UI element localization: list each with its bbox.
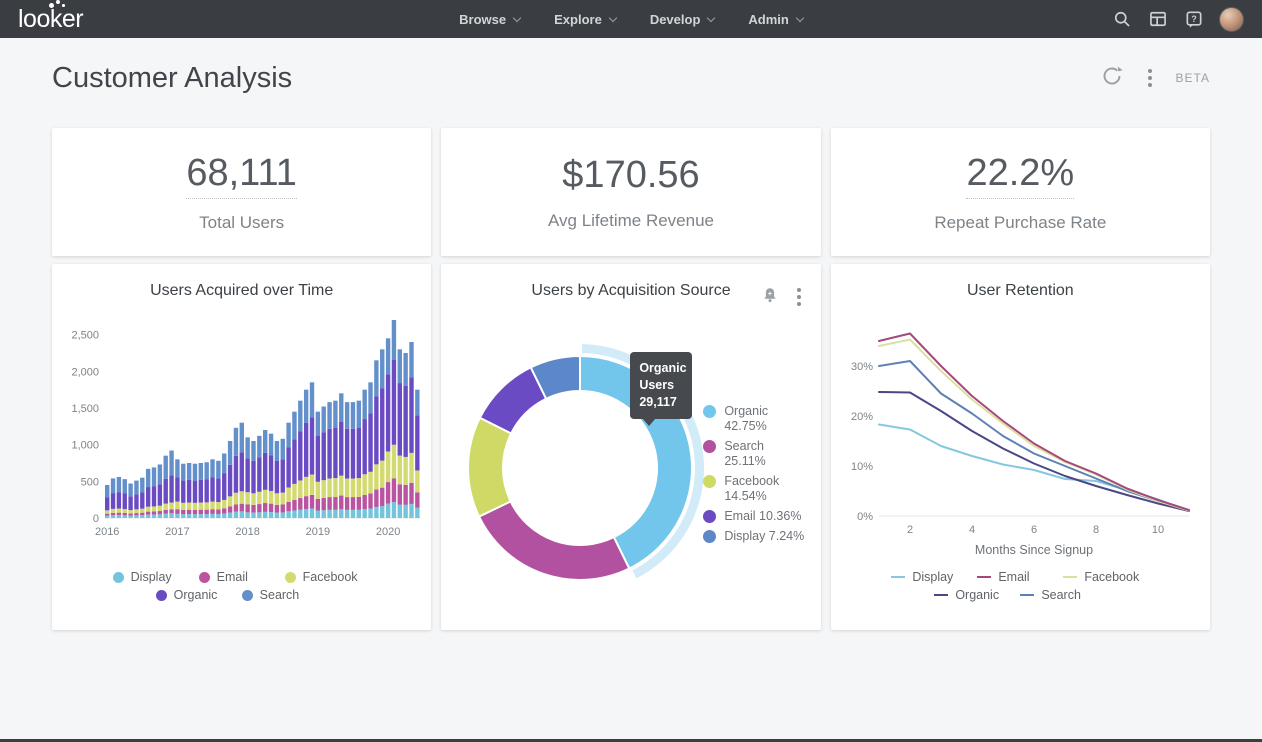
svg-text:2019: 2019 bbox=[305, 526, 329, 538]
line-chart-legend: Display Email Facebook Organic Search bbox=[886, 568, 1154, 604]
legend-item[interactable]: Facebook bbox=[285, 570, 371, 584]
svg-text:2,500: 2,500 bbox=[71, 330, 99, 342]
donut-legend-item[interactable]: Email 10.36% bbox=[703, 509, 804, 524]
donut-legend-item[interactable]: Facebook14.54% bbox=[703, 474, 804, 504]
chevron-down-icon bbox=[513, 13, 521, 21]
kpi-row: 68,111 Total Users $170.56 Avg Lifetime … bbox=[0, 128, 1262, 256]
nav-item-develop[interactable]: Develop bbox=[650, 12, 715, 27]
legend-dot bbox=[703, 530, 716, 543]
legend-swatch bbox=[199, 572, 210, 583]
logo-bubble bbox=[56, 0, 60, 4]
chevron-down-icon bbox=[609, 13, 617, 21]
svg-text:8: 8 bbox=[1093, 524, 1099, 536]
svg-text:+: + bbox=[767, 288, 772, 297]
kpi-label: Total Users bbox=[199, 213, 284, 233]
user-retention-chart-svg[interactable]: 0% 10% 20% 30% 2 4 6 8 10 Months Since Signup bbox=[831, 304, 1209, 566]
svg-text:10%: 10% bbox=[851, 461, 873, 473]
legend-dot bbox=[703, 440, 716, 453]
legend-item[interactable]: Search bbox=[242, 588, 328, 602]
donut-legend: Organic42.75% Search25.11% Facebook14.54… bbox=[703, 404, 804, 549]
svg-text:20%: 20% bbox=[851, 411, 873, 423]
legend-swatch bbox=[156, 590, 167, 601]
legend-item[interactable]: Email bbox=[199, 570, 285, 584]
legend-swatch bbox=[891, 576, 905, 579]
svg-text:30%: 30% bbox=[851, 361, 873, 373]
nav-item-admin[interactable]: Admin bbox=[748, 12, 802, 27]
chart-row: Users Acquired over Time 0 500 1,000 1,500 2… bbox=[0, 264, 1262, 630]
legend-swatch bbox=[285, 572, 296, 583]
user-avatar[interactable] bbox=[1219, 7, 1244, 32]
svg-text:2: 2 bbox=[907, 524, 913, 536]
svg-text:500: 500 bbox=[80, 476, 98, 488]
beta-badge: BETA bbox=[1176, 71, 1210, 85]
kpi-value[interactable]: $170.56 bbox=[562, 154, 699, 197]
svg-text:?: ? bbox=[1191, 14, 1196, 24]
users-acquired-chart-card: Users Acquired over Time 0 500 1,000 1,500 2… bbox=[52, 264, 431, 630]
legend-dot bbox=[703, 405, 716, 418]
svg-text:2,000: 2,000 bbox=[71, 366, 99, 378]
donut-legend-item[interactable]: Organic42.75% bbox=[703, 404, 804, 434]
svg-text:0%: 0% bbox=[857, 511, 873, 523]
legend-item[interactable]: Email bbox=[977, 570, 1063, 584]
chevron-down-icon bbox=[707, 13, 715, 21]
svg-text:1,000: 1,000 bbox=[71, 440, 99, 452]
svg-text:2020: 2020 bbox=[376, 526, 400, 538]
kpi-card-avg-lifetime-revenue: $170.56 Avg Lifetime Revenue bbox=[441, 128, 820, 256]
legend-item[interactable]: Facebook bbox=[1063, 570, 1149, 584]
dashboard-header: Customer Analysis BETA bbox=[0, 38, 1262, 118]
svg-text:2016: 2016 bbox=[95, 526, 119, 538]
donut-legend-item[interactable]: Search25.11% bbox=[703, 439, 804, 469]
window-icon[interactable] bbox=[1147, 8, 1169, 30]
kpi-value[interactable]: 68,111 bbox=[186, 152, 297, 199]
legend-swatch bbox=[977, 576, 991, 579]
logo-bubble bbox=[49, 3, 54, 8]
help-icon[interactable]: ? bbox=[1183, 8, 1205, 30]
refresh-icon[interactable] bbox=[1100, 64, 1124, 93]
legend-item[interactable]: Organic bbox=[156, 588, 242, 602]
legend-dot bbox=[703, 475, 716, 488]
legend-swatch bbox=[1063, 576, 1077, 579]
donut-tooltip: Organic Users 29,117 bbox=[630, 352, 692, 419]
svg-text:1,500: 1,500 bbox=[71, 403, 99, 415]
svg-text:4: 4 bbox=[969, 524, 975, 536]
svg-text:2017: 2017 bbox=[165, 526, 189, 538]
acquisition-source-chart-card: Users by Acquisition Source + Organic42.… bbox=[441, 264, 820, 630]
kpi-label: Avg Lifetime Revenue bbox=[548, 211, 714, 231]
top-nav: looker Browse Explore Develop Admin ? bbox=[0, 0, 1262, 38]
page-title: Customer Analysis bbox=[52, 62, 292, 95]
nav-item-browse[interactable]: Browse bbox=[459, 12, 520, 27]
kpi-card-repeat-purchase-rate: 22.2% Repeat Purchase Rate bbox=[831, 128, 1210, 256]
legend-swatch bbox=[934, 594, 948, 597]
bar-chart-legend: Display Email Facebook Organic Search bbox=[108, 568, 376, 604]
chart-title: Users Acquired over Time bbox=[52, 282, 431, 300]
svg-text:10: 10 bbox=[1152, 524, 1164, 536]
legend-dot bbox=[703, 510, 716, 523]
legend-item[interactable]: Display bbox=[891, 570, 977, 584]
user-retention-chart-card: User Retention 0% 10% 20% 30% 2 4 6 8 10 Months S… bbox=[831, 264, 1210, 630]
kpi-label: Repeat Purchase Rate bbox=[934, 213, 1106, 233]
chart-title: User Retention bbox=[831, 282, 1210, 300]
legend-item[interactable]: Search bbox=[1020, 588, 1106, 602]
svg-text:6: 6 bbox=[1031, 524, 1037, 536]
legend-swatch bbox=[113, 572, 124, 583]
users-acquired-chart-svg[interactable]: 0 500 1,000 1,500 2,000 2,500 2016 2017 2018 2019… bbox=[53, 304, 431, 566]
kpi-value[interactable]: 22.2% bbox=[966, 152, 1074, 199]
nav-menu: Browse Explore Develop Admin bbox=[0, 12, 1262, 27]
logo-bubble bbox=[62, 4, 65, 7]
legend-item[interactable]: Organic bbox=[934, 588, 1020, 602]
donut-legend-item[interactable]: Display 7.24% bbox=[703, 529, 804, 544]
svg-text:0: 0 bbox=[93, 513, 99, 525]
legend-swatch bbox=[242, 590, 253, 601]
kpi-card-total-users: 68,111 Total Users bbox=[52, 128, 431, 256]
chevron-down-icon bbox=[796, 13, 804, 21]
svg-text:Months Since Signup: Months Since Signup bbox=[975, 543, 1093, 557]
kebab-menu-icon[interactable] bbox=[1144, 65, 1156, 91]
legend-item[interactable]: Display bbox=[113, 570, 199, 584]
search-icon[interactable] bbox=[1111, 8, 1133, 30]
svg-text:2018: 2018 bbox=[235, 526, 259, 538]
nav-item-explore[interactable]: Explore bbox=[554, 12, 616, 27]
legend-swatch bbox=[1020, 594, 1034, 597]
